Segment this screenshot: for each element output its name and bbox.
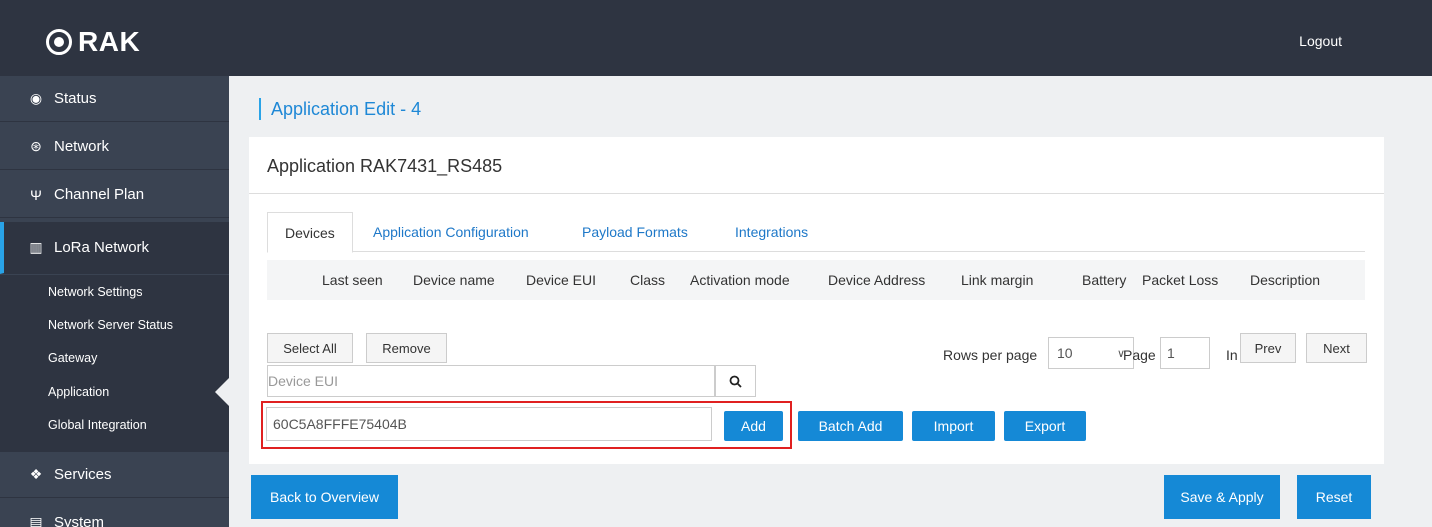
sidebar-item-label: LoRa Network <box>54 239 150 256</box>
sidebar-item-label: Status <box>54 90 97 107</box>
batch-add-button[interactable]: Batch Add <box>798 411 903 441</box>
column-header[interactable]: Device Address <box>828 272 925 288</box>
rows-per-page-select[interactable]: 10 ∨ <box>1048 337 1134 369</box>
add-button[interactable]: Add <box>724 411 783 441</box>
sidebar-item-label: Services <box>54 466 112 483</box>
prev-button[interactable]: Prev <box>1240 333 1296 363</box>
logout-link[interactable]: Logout <box>1299 33 1342 49</box>
search-icon <box>729 375 742 388</box>
column-header[interactable]: Link margin <box>961 272 1033 288</box>
network-icon: ⊛ <box>30 138 42 154</box>
column-header[interactable]: Last seen <box>322 272 383 288</box>
page-number-input[interactable]: 1 <box>1160 337 1210 369</box>
sidebar-subitem-gateway[interactable]: Gateway <box>48 351 97 365</box>
antenna-icon: Ψ <box>30 186 42 203</box>
tab-application-configuration[interactable]: Application Configuration <box>373 212 529 252</box>
page-title: Application Edit - 4 <box>259 98 421 120</box>
column-header[interactable]: Packet Loss <box>1142 272 1218 288</box>
sidebar-item-system[interactable]: ▤ System <box>0 500 229 527</box>
sidebar-item-label: Channel Plan <box>54 186 145 203</box>
back-to-overview-button[interactable]: Back to Overview <box>251 475 398 519</box>
sidebar-subitem-network-settings[interactable]: Network Settings <box>48 285 142 299</box>
sidebar-item-channel-plan[interactable]: Ψ Channel Plan <box>0 172 229 218</box>
tab-devices[interactable]: Devices <box>267 212 353 253</box>
tab-payload-formats[interactable]: Payload Formats <box>582 212 688 252</box>
sidebar-subitem-network-server-status[interactable]: Network Server Status <box>48 318 173 332</box>
lora-network-submenu: Network Settings Network Server Status G… <box>0 275 229 452</box>
sidebar-item-services[interactable]: ❖ Services <box>0 452 229 498</box>
rows-per-page-label: Rows per page <box>943 347 1038 363</box>
column-header[interactable]: Battery <box>1082 272 1126 288</box>
sidebar-item-status[interactable]: ◉ Status <box>0 76 229 122</box>
active-item-caret <box>215 378 229 406</box>
column-header[interactable]: Class <box>630 272 665 288</box>
page-label: Page <box>1123 347 1156 363</box>
next-button[interactable]: Next <box>1306 333 1367 363</box>
sidebar-item-label: System <box>54 514 105 527</box>
reset-button[interactable]: Reset <box>1297 475 1371 519</box>
rak-logo[interactable]: RAK <box>46 26 140 58</box>
application-panel: Application RAK7431_RS485 Devices Applic… <box>249 137 1384 464</box>
device-eui-search-input[interactable]: Device EUI <box>267 365 715 397</box>
sidebar-item-lora-network[interactable]: ▥ LoRa Network <box>0 222 229 274</box>
column-header[interactable]: Device EUI <box>526 272 596 288</box>
top-bar: RAK Logout <box>0 0 1432 76</box>
panel-title: Application RAK7431_RS485 <box>267 156 503 176</box>
divider <box>249 193 1384 194</box>
rows-per-page-value: 10 <box>1057 345 1073 361</box>
tab-integrations[interactable]: Integrations <box>735 212 808 252</box>
column-header[interactable]: Description <box>1250 272 1320 288</box>
column-header[interactable]: Device name <box>413 272 495 288</box>
sidebar-item-network[interactable]: ⊛ Network <box>0 124 229 170</box>
export-button[interactable]: Export <box>1004 411 1086 441</box>
sidebar-item-label: Network <box>54 138 110 155</box>
rak-logo-icon <box>46 29 72 55</box>
services-icon: ❖ <box>29 466 43 482</box>
device-eui-add-input[interactable]: 60C5A8FFFE75404B <box>266 407 712 441</box>
save-apply-button[interactable]: Save & Apply <box>1164 475 1280 519</box>
main-content: Application Edit - 4 Application RAK7431… <box>229 76 1432 527</box>
sidebar: ◉ Status ⊛ Network Ψ Channel Plan ▥ LoRa… <box>0 76 229 527</box>
tab-bar: Devices Application Configuration Payloa… <box>267 212 1365 253</box>
column-header[interactable]: Activation mode <box>690 272 790 288</box>
remove-button[interactable]: Remove <box>366 333 447 363</box>
sidebar-subitem-application[interactable]: Application <box>48 385 109 399</box>
import-button[interactable]: Import <box>912 411 995 441</box>
status-icon: ◉ <box>29 90 43 106</box>
devices-table-header: Last seen Device name Device EUI Class A… <box>267 260 1365 300</box>
sidebar-subitem-global-integration[interactable]: Global Integration <box>48 418 147 432</box>
brand-name: RAK <box>78 26 141 57</box>
system-icon: ▤ <box>29 514 43 527</box>
bar-chart-icon: ▥ <box>29 239 43 255</box>
select-all-button[interactable]: Select All <box>267 333 353 363</box>
search-button[interactable] <box>715 365 756 397</box>
